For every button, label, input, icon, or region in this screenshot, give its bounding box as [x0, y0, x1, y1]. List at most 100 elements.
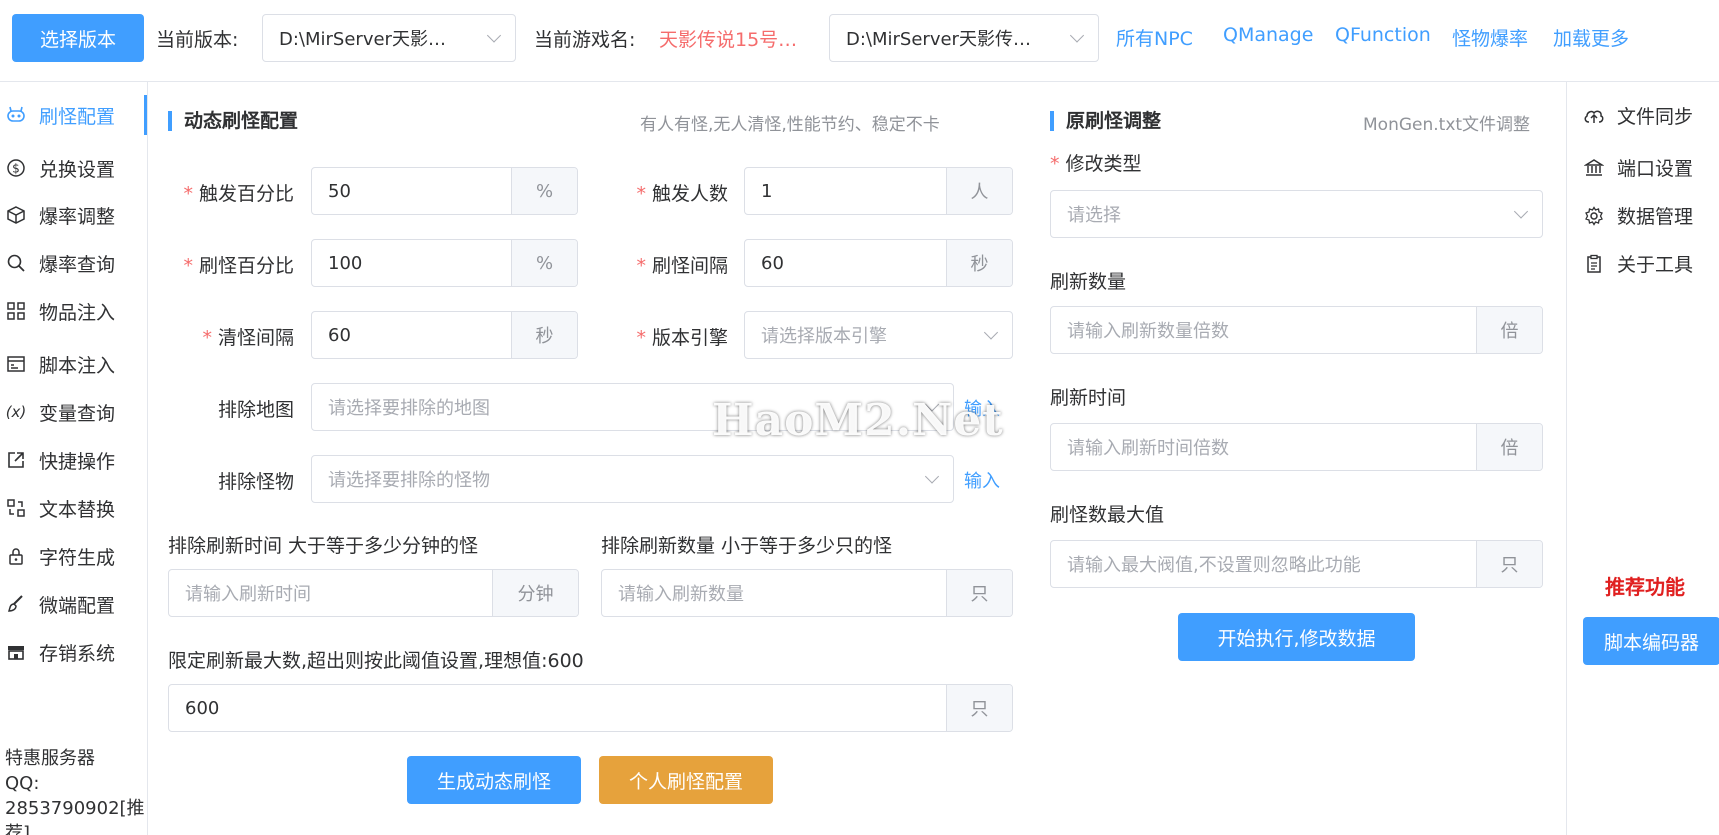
sidebar-item-label: 微端配置: [39, 594, 116, 617]
top-bar: 选择版本 当前版本: D:\MirServer天影… 当前游戏名: 天影传说15…: [0, 0, 1719, 82]
current-version-select[interactable]: D:\MirServer天影…: [262, 14, 516, 62]
game-path-value: D:\MirServer天影传…: [846, 29, 1031, 50]
left-sidebar: 刷怪配置 $ 兑换设置 爆率调整 爆率查询 物品注入 脚本注入 (x) 变量查询…: [0, 82, 148, 835]
search-icon: [5, 252, 27, 274]
refresh-qty-input[interactable]: 请输入刷新数量倍数 倍: [1050, 306, 1543, 354]
max-spawn-placeholder: 请输入最大阀值,不设置则忽略此功能: [1067, 555, 1361, 576]
exclude-time-placeholder: 请输入刷新时间: [185, 584, 311, 605]
dynamic-section-title: 动态刷怪配置: [168, 111, 298, 131]
sidebar-item-label: 爆率查询: [39, 253, 116, 276]
count-unit: 只: [946, 685, 1012, 731]
exclude-qty-label: 排除刷新数量 小于等于多少只的怪: [601, 535, 893, 557]
exclude-monster-select[interactable]: 请选择要排除的怪物: [311, 455, 954, 503]
max-spawn-label: 刷怪数最大值: [1050, 504, 1165, 526]
sidebar-item-spawn-config[interactable]: 刷怪配置: [0, 95, 147, 135]
exclude-monster-input-link[interactable]: 输入: [964, 467, 1000, 493]
sidebar-item-label: 脚本注入: [39, 354, 116, 377]
limit-value: 600: [185, 697, 220, 719]
sidebar-item-item-inject[interactable]: 物品注入: [0, 291, 147, 331]
link-qmanage[interactable]: QManage: [1223, 24, 1313, 46]
spawn-percent-input[interactable]: 100 %: [311, 239, 578, 287]
chevron-down-icon: [924, 469, 940, 484]
link-all-npc[interactable]: 所有NPC: [1116, 24, 1193, 51]
gear-icon: [1583, 205, 1605, 227]
script-encoder-button[interactable]: 脚本编码器: [1583, 617, 1719, 665]
sidebar-item-variable-query[interactable]: (x) 变量查询: [0, 392, 147, 432]
clear-interval-input[interactable]: 60 秒: [311, 311, 578, 359]
refresh-time-input[interactable]: 请输入刷新时间倍数 倍: [1050, 423, 1543, 471]
modify-type-label: * 修改类型: [1050, 153, 1142, 175]
link-load-more[interactable]: 加载更多: [1553, 24, 1629, 51]
exclude-qty-placeholder: 请输入刷新数量: [618, 584, 744, 605]
sidebar-item-quick-actions[interactable]: 快捷操作: [0, 440, 147, 480]
grid-icon: [5, 300, 27, 322]
sidebar-item-microclient-config[interactable]: 微端配置: [0, 584, 147, 624]
right-item-data-management[interactable]: 数据管理: [1583, 202, 1693, 229]
sidebar-item-sales-system[interactable]: 存销系统: [0, 632, 147, 672]
shop-icon: [5, 641, 27, 663]
select-version-button[interactable]: 选择版本: [12, 14, 144, 62]
engine-select[interactable]: 请选择版本引擎: [744, 311, 1013, 359]
sidebar-item-label: 存销系统: [39, 642, 116, 665]
script-icon: [5, 353, 27, 375]
trigger-percent-input[interactable]: 50 %: [311, 167, 578, 215]
right-item-about[interactable]: 关于工具: [1583, 250, 1693, 277]
execute-modify-button[interactable]: 开始执行,修改数据: [1178, 613, 1415, 661]
document-icon: [1583, 253, 1605, 275]
spawn-interval-label: * 刷怪间隔: [636, 255, 728, 277]
sidebar-item-exchange[interactable]: $ 兑换设置: [0, 148, 147, 188]
cloud-upload-icon: [1583, 105, 1605, 127]
exclude-time-input[interactable]: 请输入刷新时间 分钟: [168, 569, 579, 617]
right-sidebar: 文件同步 端口设置 数据管理 关于工具 推荐功能 脚本编码器: [1566, 82, 1719, 835]
clear-interval-label: * 清怪间隔: [202, 327, 294, 349]
exclude-monster-label: 排除怪物: [217, 471, 294, 493]
game-path-select[interactable]: D:\MirServer天影传…: [829, 14, 1099, 62]
spawn-interval-value: 60: [761, 252, 784, 274]
exclude-qty-input[interactable]: 请输入刷新数量 只: [601, 569, 1013, 617]
limit-input[interactable]: 600 只: [168, 684, 1013, 732]
current-game-label: 当前游戏名:: [534, 29, 636, 51]
modify-type-select[interactable]: 请选择: [1050, 190, 1543, 238]
refresh-qty-label: 刷新数量: [1050, 271, 1127, 293]
exclude-map-label: 排除地图: [217, 399, 294, 421]
chevron-down-icon: [1069, 28, 1085, 43]
exclude-monster-placeholder: 请选择要排除的怪物: [328, 470, 490, 491]
current-version-label: 当前版本:: [156, 29, 239, 51]
chevron-down-icon: [1513, 204, 1529, 219]
sidebar-item-label: 文本替换: [39, 498, 116, 521]
multiplier-unit: 倍: [1476, 424, 1542, 470]
replace-icon: [5, 497, 27, 519]
count-unit: 只: [946, 570, 1012, 616]
spawn-percent-label: * 刷怪百分比: [183, 255, 294, 277]
trigger-percent-label: * 触发百分比: [183, 183, 294, 205]
sidebar-item-script-inject[interactable]: 脚本注入: [0, 344, 147, 384]
brush-icon: [5, 593, 27, 615]
modify-type-placeholder: 请选择: [1067, 205, 1121, 226]
trigger-percent-value: 50: [328, 180, 351, 202]
external-link-icon: [5, 449, 27, 471]
link-monster-droprate[interactable]: 怪物爆率: [1452, 24, 1528, 51]
percent-unit: %: [511, 240, 577, 286]
chevron-down-icon: [983, 325, 999, 340]
percent-unit: %: [511, 168, 577, 214]
right-item-file-sync[interactable]: 文件同步: [1583, 102, 1693, 129]
original-section-title: 原刷怪调整: [1050, 111, 1161, 131]
sidebar-item-droprate-query[interactable]: 爆率查询: [0, 243, 147, 283]
link-qfunction[interactable]: QFunction: [1335, 24, 1431, 46]
variable-icon: (x): [5, 403, 27, 421]
watermark: HaoM2.Net: [712, 395, 1004, 446]
spawn-interval-input[interactable]: 60 秒: [744, 239, 1013, 287]
bank-icon: [1583, 157, 1605, 179]
sidebar-item-label: 变量查询: [39, 402, 116, 425]
sidebar-item-char-generate[interactable]: 字符生成: [0, 536, 147, 576]
sidebar-item-text-replace[interactable]: 文本替换: [0, 488, 147, 528]
right-item-port-settings[interactable]: 端口设置: [1583, 154, 1693, 181]
personal-spawn-config-button[interactable]: 个人刷怪配置: [599, 756, 773, 804]
max-spawn-input[interactable]: 请输入最大阀值,不设置则忽略此功能 只: [1050, 540, 1543, 588]
generate-dynamic-spawn-button[interactable]: 生成动态刷怪: [407, 756, 581, 804]
trigger-count-input[interactable]: 1 人: [744, 167, 1013, 215]
refresh-time-label: 刷新时间: [1050, 387, 1127, 409]
monster-icon: [5, 104, 27, 126]
sidebar-item-droprate-adjust[interactable]: 爆率调整: [0, 195, 147, 235]
trigger-count-label: * 触发人数: [636, 183, 728, 205]
